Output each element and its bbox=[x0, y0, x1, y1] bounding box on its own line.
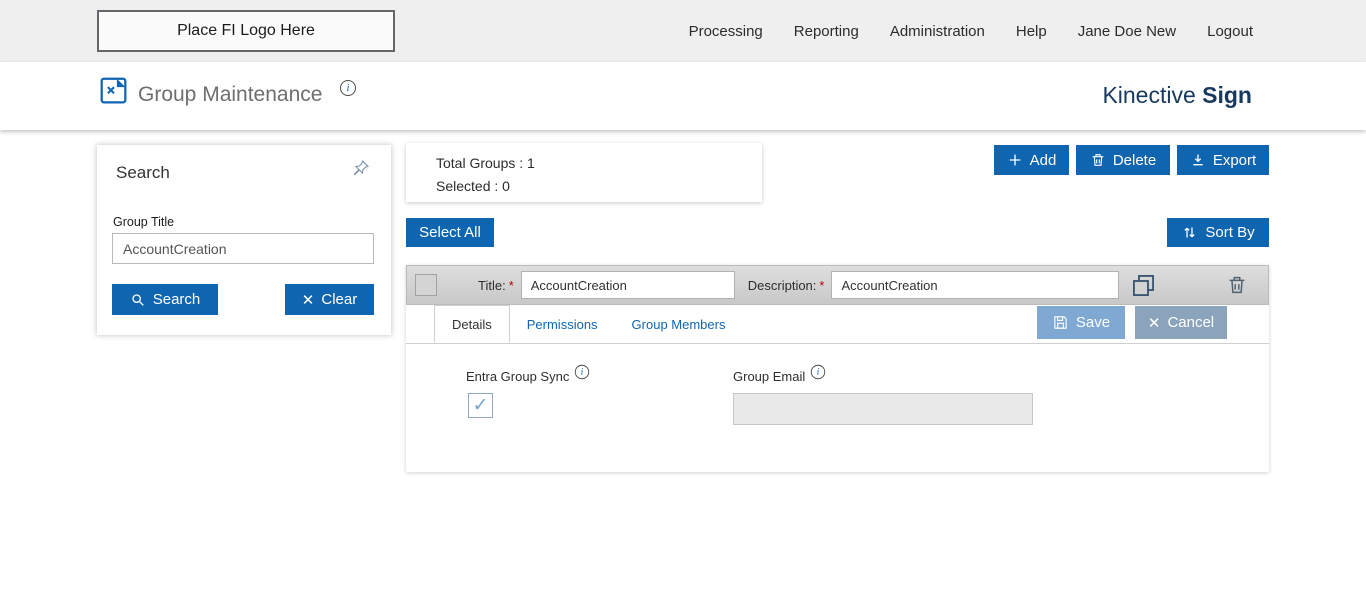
total-groups-text: Total Groups : 1 bbox=[436, 152, 762, 175]
top-navigation: Processing Reporting Administration Help… bbox=[689, 0, 1253, 62]
nav-reporting[interactable]: Reporting bbox=[794, 23, 859, 40]
sort-by-label: Sort By bbox=[1205, 224, 1254, 241]
search-button-label: Search bbox=[153, 291, 201, 308]
title-field-label: Title:* bbox=[478, 278, 514, 293]
group-toolbar: Add Delete Export bbox=[994, 145, 1269, 175]
description-field-label: Description:* bbox=[748, 278, 825, 293]
nav-user-name[interactable]: Jane Doe New bbox=[1078, 23, 1176, 40]
delete-button-label: Delete bbox=[1113, 152, 1156, 169]
group-title-input[interactable] bbox=[112, 233, 374, 264]
fi-logo-text: Place FI Logo Here bbox=[177, 22, 315, 40]
group-email-label: Group Email i bbox=[733, 368, 826, 384]
group-title-label: Group Title bbox=[113, 215, 174, 229]
clear-button[interactable]: ✕ Clear bbox=[285, 284, 374, 315]
clear-x-icon: ✕ bbox=[302, 291, 315, 309]
sort-by-button[interactable]: Sort By bbox=[1167, 218, 1269, 247]
nav-processing[interactable]: Processing bbox=[689, 23, 763, 40]
search-panel: Search Group Title Search ✕ Clear bbox=[97, 145, 391, 335]
group-title-edit-input[interactable] bbox=[521, 271, 735, 299]
group-email-info-icon[interactable]: i bbox=[811, 365, 825, 379]
search-button[interactable]: Search bbox=[112, 284, 218, 315]
tab-details[interactable]: Details bbox=[434, 305, 510, 343]
group-row-checkbox[interactable] bbox=[415, 274, 437, 296]
cancel-button[interactable]: ✕ Cancel bbox=[1135, 306, 1227, 339]
group-edit-row: Title:* Description:* bbox=[406, 265, 1269, 305]
save-floppy-icon bbox=[1052, 314, 1069, 331]
description-required-marker: * bbox=[819, 278, 824, 293]
title-required-marker: * bbox=[509, 278, 514, 293]
tab-permissions[interactable]: Permissions bbox=[510, 305, 615, 343]
brand-logo: Kinective Sign bbox=[1102, 82, 1252, 109]
trash-icon bbox=[1090, 152, 1106, 168]
save-button-label: Save bbox=[1076, 314, 1110, 331]
page-title: Group Maintenance bbox=[138, 83, 322, 107]
tab-group-members[interactable]: Group Members bbox=[615, 305, 743, 343]
search-panel-title: Search bbox=[116, 163, 170, 183]
nav-help[interactable]: Help bbox=[1016, 23, 1047, 40]
selected-count-text: Selected : 0 bbox=[436, 175, 762, 198]
select-all-label: Select All bbox=[419, 224, 481, 241]
entra-group-sync-checkbox[interactable]: ✓ bbox=[468, 393, 493, 418]
groups-summary: Total Groups : 1 Selected : 0 bbox=[406, 143, 762, 202]
brand-bold: Sign bbox=[1202, 82, 1252, 108]
fi-logo-placeholder: Place FI Logo Here bbox=[97, 10, 395, 52]
delete-button[interactable]: Delete bbox=[1076, 145, 1170, 175]
title-label-text: Title: bbox=[478, 278, 506, 293]
page-title-info-icon[interactable]: i bbox=[340, 80, 356, 96]
top-bar: Place FI Logo Here Processing Reporting … bbox=[0, 0, 1366, 62]
download-icon bbox=[1190, 152, 1206, 168]
search-icon bbox=[130, 292, 146, 308]
entra-group-sync-text: Entra Group Sync bbox=[466, 369, 569, 384]
page-header: Group Maintenance i Kinective Sign bbox=[0, 62, 1366, 130]
group-email-text: Group Email bbox=[733, 369, 805, 384]
group-panel: Title:* Description:* Details Permission… bbox=[406, 265, 1269, 472]
details-tab-content: Entra Group Sync i ✓ Group Email i bbox=[406, 344, 1269, 472]
export-button[interactable]: Export bbox=[1177, 145, 1269, 175]
add-button[interactable]: Add bbox=[994, 145, 1069, 175]
checkmark-icon: ✓ bbox=[473, 394, 489, 417]
entra-group-sync-label: Entra Group Sync i bbox=[466, 368, 590, 384]
save-button[interactable]: Save bbox=[1037, 306, 1125, 339]
export-button-label: Export bbox=[1213, 152, 1256, 169]
group-tabs: Details Permissions Group Members Save ✕… bbox=[406, 305, 1269, 344]
add-button-label: Add bbox=[1030, 152, 1057, 169]
nav-administration[interactable]: Administration bbox=[890, 23, 985, 40]
brand-regular: Kinective bbox=[1102, 82, 1195, 108]
plus-icon bbox=[1007, 152, 1023, 168]
group-email-input bbox=[733, 393, 1033, 425]
group-description-edit-input[interactable] bbox=[831, 271, 1119, 299]
nav-logout[interactable]: Logout bbox=[1207, 23, 1253, 40]
select-all-button[interactable]: Select All bbox=[406, 218, 494, 247]
cancel-x-icon: ✕ bbox=[1148, 314, 1161, 332]
pin-icon[interactable] bbox=[350, 158, 371, 179]
row-trash-icon[interactable] bbox=[1226, 273, 1248, 297]
group-maintenance-icon bbox=[100, 77, 127, 104]
entra-info-icon[interactable]: i bbox=[575, 365, 589, 379]
description-label-text: Description: bbox=[748, 278, 817, 293]
sort-icon bbox=[1181, 224, 1198, 241]
clear-button-label: Clear bbox=[321, 291, 357, 308]
copy-icon[interactable] bbox=[1130, 272, 1157, 299]
cancel-button-label: Cancel bbox=[1167, 314, 1214, 331]
